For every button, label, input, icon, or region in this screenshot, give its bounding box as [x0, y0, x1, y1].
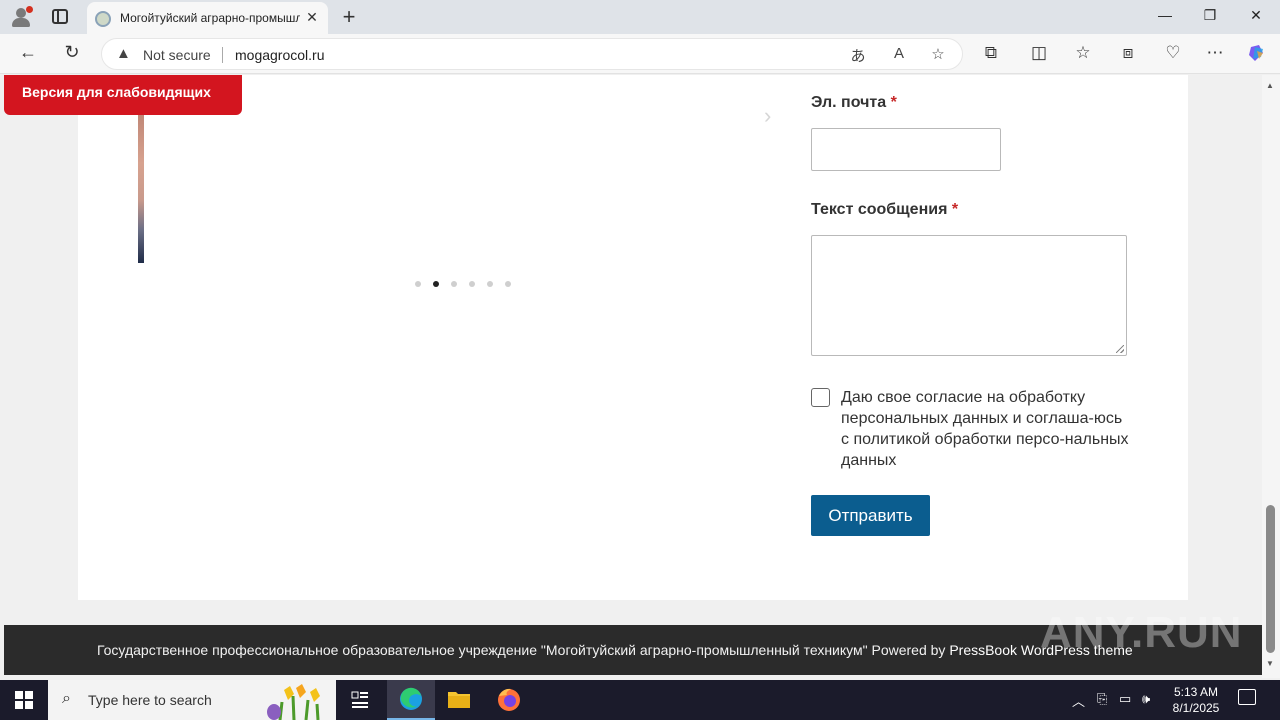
firefox-icon[interactable] [485, 680, 533, 720]
close-window-icon[interactable]: ✕ [1246, 7, 1266, 24]
browser-toolbar: ← ↻ ▲ Not secure mogagrocol.ru あ A ☆ ⧉ ◫… [0, 34, 1280, 74]
network-icon[interactable]: ▭ [1119, 691, 1131, 707]
page-viewport: › Эл. почта * Текст сообщения * Даю свое… [0, 75, 1262, 678]
slider-dot[interactable] [451, 281, 457, 287]
refresh-icon[interactable]: ↻ [60, 42, 84, 63]
address-separator [222, 47, 223, 63]
copilot-icon[interactable] [1246, 43, 1268, 68]
clock-time: 5:13 AM [1173, 685, 1219, 699]
anyrun-watermark: ANY.RUN [1040, 608, 1243, 657]
back-icon[interactable]: ← [16, 42, 40, 63]
tabs-icon[interactable] [52, 9, 68, 24]
notification-icon[interactable] [1238, 689, 1256, 705]
url-text[interactable]: mogagrocol.ru [235, 47, 325, 63]
taskbar-search[interactable]: ⌕ Type here to search [48, 680, 336, 720]
consent-checkbox[interactable] [811, 388, 830, 407]
security-label[interactable]: Not secure [143, 47, 211, 63]
scrollbar-thumb[interactable] [1266, 505, 1275, 653]
profile-icon[interactable] [10, 6, 33, 28]
tray-chevron-icon[interactable]: ︿ [1072, 691, 1085, 710]
scroll-up-icon[interactable]: ▲ [1266, 81, 1274, 90]
scroll-down-icon[interactable]: ▼ [1266, 659, 1274, 668]
task-view-icon[interactable] [336, 680, 384, 720]
site-favicon [95, 11, 111, 27]
slider-dot[interactable] [505, 281, 511, 287]
tab-close-icon[interactable]: ✕ [303, 9, 321, 26]
consent-text: Даю свое согласие на обработку персональ… [841, 389, 1129, 469]
browser-tab[interactable]: Могойтуйский аграрно-промышленный техник… [87, 2, 328, 34]
more-icon[interactable]: ⋯ [1204, 43, 1226, 63]
submit-button[interactable]: Отправить [811, 495, 930, 536]
favorite-star-icon[interactable]: ☆ [928, 45, 948, 63]
browser-essentials-icon[interactable]: ♡ [1162, 43, 1184, 63]
tray-device-icon[interactable]: ⎘ [1097, 691, 1107, 707]
required-mark: * [890, 94, 897, 111]
slider-dot[interactable] [487, 281, 493, 287]
new-tab-button[interactable]: + [338, 4, 360, 30]
low-vision-version-button[interactable]: Версия для слабовидящих [4, 75, 242, 115]
clock-date: 8/1/2025 [1172, 701, 1220, 715]
content-card: › Эл. почта * Текст сообщения * Даю свое… [78, 75, 1188, 600]
slider-dot[interactable] [415, 281, 421, 287]
message-field[interactable] [811, 235, 1127, 356]
collections-icon[interactable]: ⧈ [1117, 43, 1139, 63]
edge-taskbar-icon[interactable] [387, 680, 435, 720]
taskbar-clock[interactable]: 5:13 AM 8/1/2025 [1166, 684, 1226, 716]
minimize-icon[interactable]: — [1155, 7, 1175, 23]
email-field[interactable] [811, 128, 1001, 171]
message-label: Текст сообщения * [811, 201, 959, 218]
resize-handle-icon[interactable] [1116, 345, 1124, 353]
page-scrollbar[interactable]: ▲ ▼ [1262, 75, 1280, 678]
windows-start-icon[interactable] [15, 691, 33, 709]
slider-dot[interactable] [469, 281, 475, 287]
email-label: Эл. почта * [811, 94, 897, 111]
translate-icon[interactable]: あ [848, 45, 868, 66]
flowers-illustration-icon [267, 684, 320, 720]
favorites-icon[interactable]: ☆ [1072, 43, 1094, 63]
warning-icon[interactable]: ▲ [116, 45, 131, 62]
slider-dot-active[interactable] [433, 281, 439, 287]
extensions-icon[interactable]: ⧉ [980, 43, 1002, 63]
split-screen-icon[interactable]: ◫ [1028, 43, 1050, 63]
footer-text: Государственное профессиональное образов… [97, 642, 1133, 658]
file-explorer-icon[interactable] [435, 680, 483, 720]
slider-next-icon[interactable]: › [764, 103, 771, 129]
address-bar[interactable]: ▲ Not secure mogagrocol.ru あ A ☆ [101, 38, 963, 70]
slider-image[interactable] [138, 97, 144, 263]
browser-tab-bar: Могойтуйский аграрно-промышленный техник… [0, 0, 1280, 34]
read-aloud-icon[interactable]: A [889, 45, 909, 62]
restore-icon[interactable]: ❐ [1200, 7, 1220, 24]
tab-title: Могойтуйский аграрно-промышленный техник… [120, 11, 300, 25]
search-placeholder: Type here to search [88, 692, 212, 708]
windows-taskbar: ⌕ Type here to search ︿ ⎘ ▭ 🕪 5:13 AM 8/… [0, 680, 1280, 720]
volume-icon[interactable]: 🕪 [1142, 691, 1150, 707]
search-icon: ⌕ [62, 690, 71, 707]
required-mark: * [951, 201, 959, 218]
